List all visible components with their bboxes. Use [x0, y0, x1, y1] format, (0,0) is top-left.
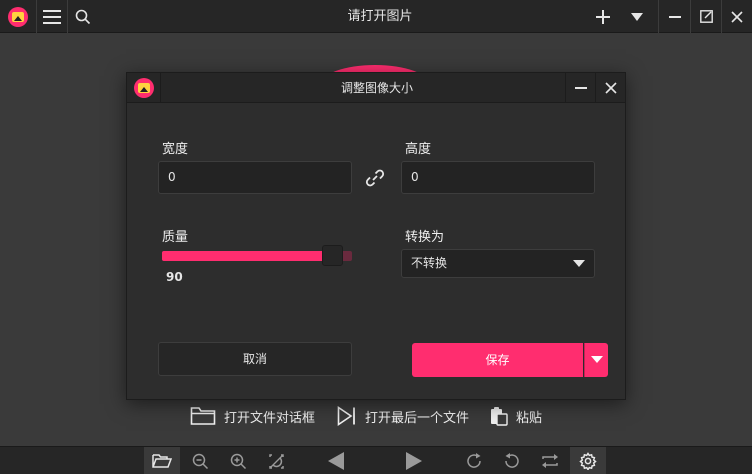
dialog-title: 调整图像大小 [340, 81, 413, 95]
app-logo-icon [8, 6, 28, 27]
zoom-in-button[interactable] [220, 447, 256, 474]
close-icon [605, 82, 617, 94]
folder-open-icon [152, 454, 172, 468]
app-titlebar: 请打开图片 [0, 0, 752, 33]
width-input[interactable]: 0 [158, 161, 352, 194]
plus-icon [596, 9, 610, 24]
zoom-in-icon [230, 453, 246, 469]
open-last-file-label: 打开最后一个文件 [365, 410, 470, 426]
convert-format-select[interactable]: 不转换 [401, 249, 595, 278]
paste-icon [491, 407, 508, 426]
minimize-icon [575, 87, 587, 89]
next-image-button[interactable] [396, 447, 432, 474]
save-button[interactable]: 保存 [412, 343, 583, 377]
search-icon [75, 9, 91, 24]
prev-icon [328, 452, 344, 470]
convert-format-value: 不转换 [411, 256, 448, 270]
app-logo-icon [133, 78, 154, 98]
next-icon [406, 452, 422, 470]
height-input[interactable]: 0 [401, 161, 595, 194]
bottom-toolbar [0, 446, 752, 474]
menu-button[interactable] [37, 0, 67, 33]
close-button[interactable] [722, 0, 752, 33]
dialog-titlebar: 调整图像大小 [127, 73, 625, 103]
open-file-dialog-action[interactable]: 打开文件对话框 [190, 402, 315, 430]
resize-image-dialog: 调整图像大小 宽度 0 高度 0 质量 90 转换为 不转换 取消 保存 [126, 72, 626, 400]
settings-button[interactable] [570, 447, 606, 474]
previous-image-button[interactable] [318, 447, 354, 474]
close-icon [731, 10, 743, 23]
paste-label: 粘贴 [516, 410, 543, 426]
open-file-dialog-label: 打开文件对话框 [224, 410, 316, 426]
minimize-icon [668, 15, 681, 18]
open-folder-button[interactable] [144, 447, 180, 474]
dialog-minimize-button[interactable] [566, 73, 596, 103]
convert-label: 转换为 [405, 230, 445, 245]
dialog-logo [127, 73, 161, 103]
open-last-file-action[interactable]: 打开最后一个文件 [337, 402, 469, 430]
rotate-right-button[interactable] [456, 447, 492, 474]
quality-label: 质量 [162, 230, 189, 245]
paste-action[interactable]: 粘贴 [490, 402, 542, 430]
width-label: 宽度 [162, 142, 189, 157]
rotate-right-icon [467, 453, 481, 468]
app-title: 请打开图片 [347, 9, 413, 24]
quality-slider-fill [162, 251, 324, 261]
skip-forward-icon [337, 406, 355, 426]
cancel-button[interactable]: 取消 [158, 342, 352, 376]
rotate-left-icon [505, 453, 519, 468]
restore-button[interactable] [691, 0, 721, 33]
folder-icon [190, 407, 216, 425]
quality-value: 90 [166, 270, 183, 284]
fit-window-button[interactable] [258, 447, 294, 474]
flip-icon [542, 454, 558, 468]
rotate-left-button[interactable] [494, 447, 530, 474]
dialog-close-button[interactable] [596, 73, 626, 103]
quality-slider-thumb[interactable] [322, 245, 343, 266]
restore-icon [699, 10, 713, 23]
link-aspect-button[interactable] [362, 166, 388, 190]
chevron-down-icon [591, 356, 603, 363]
flip-button[interactable] [532, 447, 568, 474]
app-logo [0, 0, 36, 33]
quality-slider[interactable] [162, 245, 352, 266]
zoom-out-button[interactable] [182, 447, 218, 474]
zoom-out-icon [192, 453, 208, 469]
more-dropdown-button[interactable] [622, 0, 652, 33]
new-tab-button[interactable] [588, 0, 618, 33]
fit-icon [268, 453, 284, 469]
settings-icon [579, 452, 597, 470]
minimize-button[interactable] [659, 0, 690, 33]
chevron-down-icon [631, 12, 643, 21]
link-icon [365, 169, 385, 187]
height-label: 高度 [405, 142, 432, 157]
menu-icon [43, 9, 61, 24]
chevron-down-icon [573, 260, 585, 267]
save-options-dropdown[interactable] [584, 343, 608, 377]
search-button[interactable] [68, 0, 98, 33]
